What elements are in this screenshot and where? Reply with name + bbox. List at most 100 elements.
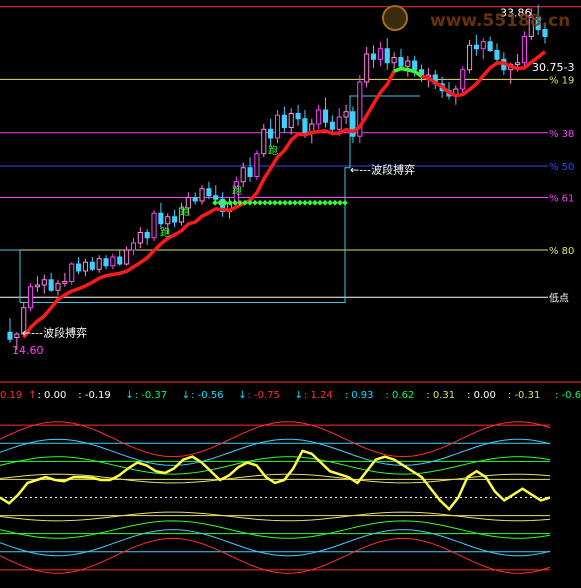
candle-body xyxy=(103,258,109,267)
candle-body xyxy=(343,111,349,118)
candle-body xyxy=(213,195,219,200)
candle-body xyxy=(82,261,89,272)
watermark-logo-icon xyxy=(382,5,408,31)
level-marker xyxy=(257,199,263,206)
run-label: 跑 xyxy=(160,226,170,239)
osc-band-upper xyxy=(0,421,551,458)
level-marker xyxy=(262,199,268,206)
candle-body xyxy=(151,212,157,239)
candle-body xyxy=(130,242,137,251)
indicator-value: : -0.37 xyxy=(135,390,167,401)
candle-body xyxy=(192,197,198,202)
annotation-label: ←---波段搏弈 xyxy=(350,163,415,177)
candle-body xyxy=(261,128,267,155)
osc-band-upper xyxy=(0,456,551,475)
candle-body xyxy=(199,188,205,202)
level-marker xyxy=(282,199,288,206)
candle-body xyxy=(391,57,397,64)
candle-body xyxy=(302,118,308,134)
indicator-value: 0.19 xyxy=(0,390,22,401)
candle-body xyxy=(76,263,82,272)
level-marker xyxy=(332,199,338,206)
candle-body xyxy=(329,121,335,130)
candle-body xyxy=(137,232,143,244)
candle-body xyxy=(110,256,116,267)
indicator-value: ↓ xyxy=(125,390,133,401)
level-marker xyxy=(277,199,283,206)
level-marker xyxy=(252,199,258,206)
level-marker xyxy=(317,199,323,206)
candle-body xyxy=(48,279,54,291)
run-label: 跑 xyxy=(232,184,242,197)
osc-band-lower xyxy=(0,511,551,522)
candle-body xyxy=(7,331,13,340)
fib-label: 低点 xyxy=(549,291,569,304)
annotation-label: 14.60 xyxy=(12,344,44,357)
indicator-value: : -0.56 xyxy=(191,390,223,401)
level-marker xyxy=(337,199,343,206)
oscillator-panel: 0.19 ↑: 0.00: -0.19 ↓: -0.37 ↓: -0.56 ↓: -0.… xyxy=(0,390,581,574)
annotation-label: ←---波段搏弈 xyxy=(22,325,87,339)
level-marker xyxy=(272,199,278,206)
candle-body xyxy=(405,60,411,67)
indicator-value: : -0.62 xyxy=(555,390,581,401)
level-marker xyxy=(307,199,313,206)
candle-body xyxy=(41,279,47,286)
indicator-value: : -0.19 xyxy=(78,390,110,401)
candle-body xyxy=(515,62,521,65)
candle-body xyxy=(521,36,527,64)
candle-body xyxy=(466,44,473,71)
level-marker xyxy=(297,199,303,206)
indicator-value: : 0.62 xyxy=(386,390,415,401)
candle-body xyxy=(254,153,260,177)
level-marker xyxy=(212,199,218,206)
candle-body xyxy=(370,53,377,60)
candle-body xyxy=(96,258,102,270)
candle-body xyxy=(124,249,130,265)
level-marker xyxy=(312,199,318,206)
indicator-value: ↓ xyxy=(182,390,190,401)
candle-body xyxy=(288,113,294,128)
indicator-value: ↑ xyxy=(28,390,36,401)
level-marker xyxy=(322,199,328,206)
candle-body xyxy=(384,48,390,64)
run-label: 跑 xyxy=(180,205,190,218)
fib-label: % 50 xyxy=(549,162,574,173)
candle-body xyxy=(247,167,253,177)
candle-body xyxy=(487,41,493,51)
indicator-value: : 1.24 xyxy=(304,390,333,401)
fib-label: % 38 xyxy=(549,129,574,140)
candle-body xyxy=(117,256,123,265)
fib-label: % 19 xyxy=(549,75,574,86)
watermark: www.55188.cn xyxy=(430,11,570,31)
candle-body xyxy=(240,167,246,183)
level-marker xyxy=(287,199,293,206)
candle-body xyxy=(473,44,479,50)
osc-band-lower xyxy=(0,537,551,574)
fib-label: % 80 xyxy=(549,246,574,257)
candle-body xyxy=(268,128,274,139)
candle-body xyxy=(460,69,466,90)
level-marker xyxy=(292,199,298,206)
candle-body xyxy=(412,60,418,71)
candle-body xyxy=(28,286,34,309)
price-range-label: 30.75-3 xyxy=(532,61,574,74)
indicator-value: : -0.75 xyxy=(248,390,280,401)
stock-chart: % 19 % 38 % 50 % 61 % 80 低点 ←---波段搏弈 ←---波段搏弈 14… xyxy=(0,5,581,574)
candle-body xyxy=(398,57,404,67)
fib-label: % 61 xyxy=(549,194,574,205)
candle-body xyxy=(274,114,281,139)
indicator-value: : 0.31 xyxy=(426,390,455,401)
candle-body xyxy=(206,188,212,197)
level-marker xyxy=(342,199,348,206)
indicator-value: ↓ xyxy=(238,390,246,401)
osc-main-line xyxy=(0,449,551,512)
indicator-value: : 0.00 xyxy=(38,390,67,401)
candle-body xyxy=(14,333,20,338)
candle-body xyxy=(364,53,370,83)
candle-body xyxy=(89,261,95,270)
candle-body xyxy=(69,263,75,282)
candle-body xyxy=(281,114,287,128)
osc-band-lower xyxy=(0,520,551,539)
candle-body xyxy=(316,109,322,125)
